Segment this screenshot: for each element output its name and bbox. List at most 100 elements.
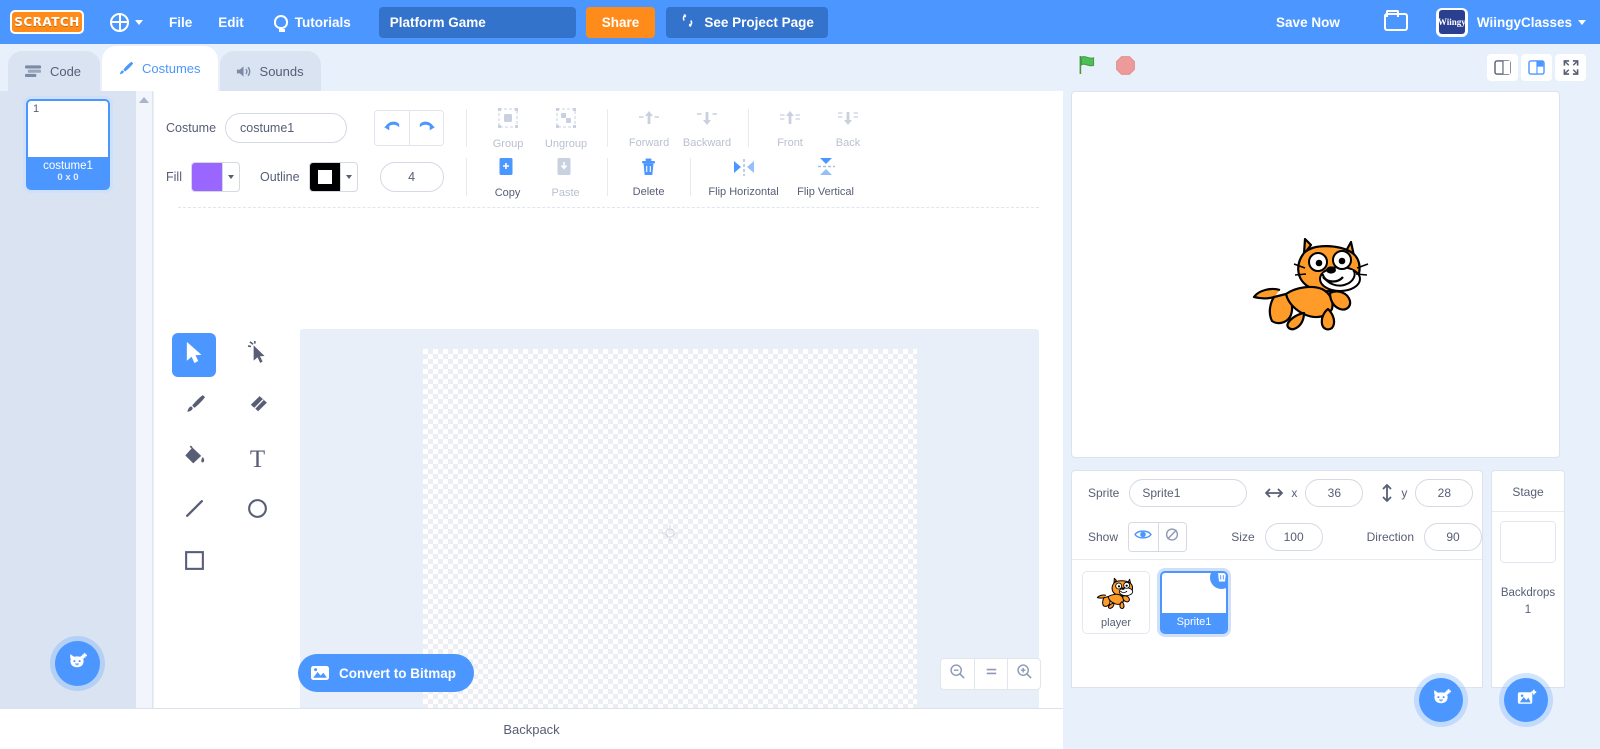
scratch-editor: SCRATCH File Edit Tutorials Share See Pr… xyxy=(0,0,1600,749)
front-button: Front xyxy=(765,108,815,149)
sprite-thumbnail xyxy=(1083,572,1149,614)
small-stage-button[interactable] xyxy=(1487,54,1518,81)
paint-toolbox: T xyxy=(172,333,289,585)
convert-to-bitmap-button[interactable]: Convert to Bitmap xyxy=(298,654,475,692)
costume-item-1[interactable]: 1 costume1 0 x 0 xyxy=(26,99,110,190)
ungroup-icon xyxy=(555,107,577,134)
sprite-y-input[interactable] xyxy=(1415,479,1474,507)
y-label: y xyxy=(1401,486,1408,500)
chevron-down-icon xyxy=(1578,19,1586,25)
backdrops-label: Backdrops xyxy=(1500,587,1556,599)
copy-label: Copy xyxy=(494,186,521,199)
backpack-bar[interactable]: Backpack xyxy=(0,708,1063,749)
back-label: Back xyxy=(835,136,861,149)
paste-icon xyxy=(555,156,576,183)
add-sprite-button[interactable] xyxy=(1419,678,1463,722)
tab-code[interactable]: Code xyxy=(8,51,100,91)
sprite-card-name: Sprite1 xyxy=(1162,613,1226,632)
sprite-info-row-2: Show Size 100 Direction 90 xyxy=(1072,515,1482,559)
flip-vertical-button[interactable]: Flip Vertical xyxy=(789,156,863,198)
share-button[interactable]: Share xyxy=(585,6,656,38)
stop-button[interactable] xyxy=(1115,55,1136,81)
fill-swatch xyxy=(191,163,222,191)
text-tool[interactable]: T xyxy=(236,437,280,481)
delete-label: Delete xyxy=(632,186,665,198)
delete-button[interactable]: Delete xyxy=(624,156,674,198)
flip-horizontal-icon xyxy=(732,157,756,182)
arrow-up-lines-icon xyxy=(779,108,801,133)
sprite-card-player[interactable]: player xyxy=(1082,571,1150,634)
undo-redo-group xyxy=(374,110,445,146)
toolbar-divider xyxy=(607,109,609,147)
sprite-card-sprite1[interactable]: Sprite1 xyxy=(1160,571,1228,634)
chevron-down-icon xyxy=(221,163,239,191)
rectangle-tool[interactable] xyxy=(172,541,216,585)
stage-sprite-scratch-cat[interactable] xyxy=(1250,237,1370,337)
toolbar-divider xyxy=(689,158,691,196)
fill-color-picker[interactable] xyxy=(190,162,240,192)
menu-tutorials[interactable]: Tutorials xyxy=(273,15,351,32)
stage-selector-panel[interactable]: Stage Backdrops 1 xyxy=(1491,470,1565,688)
scroll-up-icon[interactable] xyxy=(139,97,149,103)
sprite-x-input[interactable] xyxy=(1305,479,1364,507)
toolbar-divider xyxy=(606,158,608,196)
fill-tool[interactable] xyxy=(172,437,216,481)
sprite-direction-input[interactable] xyxy=(1424,523,1482,551)
flip-horizontal-button[interactable]: Flip Horizontal xyxy=(707,157,781,198)
language-selector[interactable] xyxy=(110,12,143,32)
canvas-zoom-controls xyxy=(940,658,1041,690)
outline-color-picker[interactable] xyxy=(308,162,358,192)
eraser-tool[interactable] xyxy=(236,385,280,429)
fullscreen-button[interactable] xyxy=(1555,54,1586,81)
large-stage-button[interactable] xyxy=(1521,54,1552,81)
sprite-info-row-1: Sprite x y xyxy=(1072,471,1482,515)
tab-sounds-label: Sounds xyxy=(259,63,304,79)
scratch-logo[interactable]: SCRATCH xyxy=(10,10,84,34)
brush-tool[interactable] xyxy=(172,385,216,429)
direction-label: Direction xyxy=(1366,530,1414,544)
chevron-down-icon xyxy=(339,163,357,191)
arrow-up-small-icon xyxy=(638,108,660,133)
lightbulb-icon xyxy=(273,15,288,32)
hide-sprite-button[interactable] xyxy=(1157,523,1187,551)
sprite-tray: player Sprite1 xyxy=(1072,559,1482,687)
select-tool[interactable] xyxy=(172,333,216,377)
line-tool[interactable] xyxy=(172,489,216,533)
copy-button[interactable]: Copy xyxy=(483,156,533,199)
account-menu[interactable]: Wiingy WiingyClasses xyxy=(1435,7,1586,37)
green-flag-button[interactable] xyxy=(1077,54,1099,81)
avatar-label: Wiingy xyxy=(1438,10,1466,34)
redo-button[interactable] xyxy=(409,111,444,145)
add-costume-button[interactable] xyxy=(55,641,100,686)
paint-toolbar: Costume costume1 Group Ungroup Forward B… xyxy=(154,91,1063,208)
trash-icon xyxy=(639,156,658,182)
see-project-page-label: See Project Page xyxy=(704,14,814,30)
undo-button[interactable] xyxy=(375,111,410,145)
see-project-page-button[interactable]: See Project Page xyxy=(666,6,828,38)
circle-tool[interactable] xyxy=(236,489,280,533)
backward-button: Backward xyxy=(682,108,732,149)
ungroup-label: Ungroup xyxy=(544,137,588,150)
paint-toolbar-row-1: Costume costume1 Group Ungroup Forward B… xyxy=(166,105,1051,151)
add-backdrop-button[interactable] xyxy=(1504,678,1548,722)
zoom-in-button[interactable] xyxy=(1007,659,1040,689)
sprite-size-input[interactable] xyxy=(1264,523,1323,551)
stage[interactable] xyxy=(1071,91,1560,458)
project-title-input[interactable] xyxy=(378,6,576,38)
costume-thumbnail xyxy=(28,101,108,157)
folder-icon[interactable] xyxy=(1383,10,1408,31)
menu-edit[interactable]: Edit xyxy=(218,15,244,30)
tab-sounds[interactable]: Sounds xyxy=(219,51,321,91)
zoom-reset-button[interactable] xyxy=(974,659,1007,689)
stage-size-controls xyxy=(1487,54,1586,81)
zoom-out-button[interactable] xyxy=(941,659,974,689)
show-sprite-button[interactable] xyxy=(1129,523,1158,551)
costume-list-scrollbar[interactable] xyxy=(136,91,153,708)
sprite-name-input[interactable] xyxy=(1129,479,1248,507)
reshape-tool[interactable] xyxy=(236,333,280,377)
save-now-button[interactable]: Save Now xyxy=(1276,15,1340,30)
costume-name-input[interactable] xyxy=(225,113,348,143)
menu-file[interactable]: File xyxy=(169,15,192,30)
tab-costumes[interactable]: Costumes xyxy=(102,46,218,91)
stroke-width-input[interactable] xyxy=(379,162,444,192)
